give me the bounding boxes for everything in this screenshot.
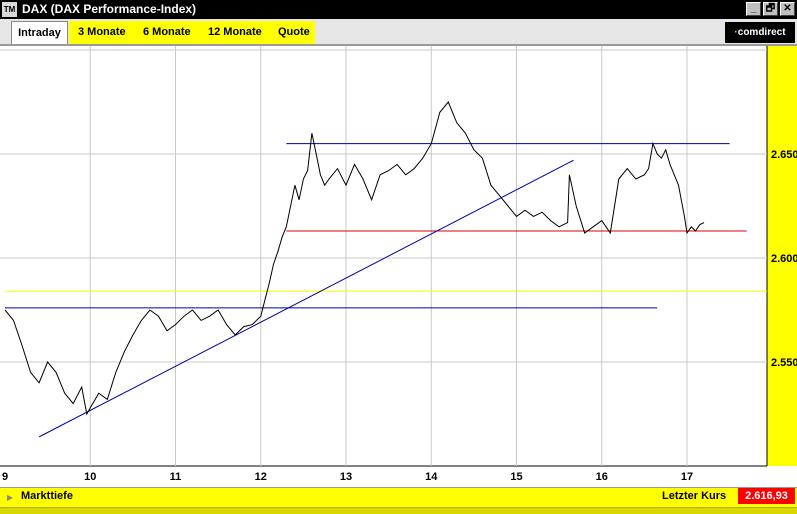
x-tick-label: 10 bbox=[84, 471, 96, 483]
markttiefe-link[interactable]: Markttiefe bbox=[21, 489, 73, 503]
bottom-bar: ▶ Markttiefe Letzter Kurs 2.616,93 bbox=[0, 487, 797, 514]
tab-bar: Intraday 3 Monate 6 Monate 12 Monate Quo… bbox=[0, 19, 797, 46]
x-tick-label: 13 bbox=[340, 471, 352, 483]
tab-12-monate[interactable]: 12 Monate bbox=[208, 21, 262, 44]
tab-quote[interactable]: Quote bbox=[278, 21, 310, 44]
last-price-label: Letzter Kurs bbox=[662, 490, 727, 502]
x-tick-label: 9 bbox=[2, 471, 8, 483]
tab-3-monate[interactable]: 3 Monate bbox=[78, 21, 126, 44]
plot-background bbox=[0, 46, 767, 466]
expand-arrow-icon[interactable]: ▶ bbox=[7, 493, 13, 502]
restore-button[interactable]: 🗗 bbox=[763, 2, 778, 16]
minimize-button[interactable]: _ bbox=[746, 2, 761, 16]
x-ticks: 9 10 11 12 13 14 15 16 17 bbox=[2, 471, 693, 483]
close-button[interactable]: ✕ bbox=[780, 2, 795, 16]
bottom-strip bbox=[0, 507, 797, 514]
x-tick-label: 12 bbox=[255, 471, 267, 483]
x-tick-label: 16 bbox=[596, 471, 608, 483]
x-tick-label: 15 bbox=[510, 471, 522, 483]
x-tick-label: 11 bbox=[170, 471, 182, 483]
app-icon: TM bbox=[2, 2, 17, 17]
last-price-value: 2.616,93 bbox=[738, 488, 795, 504]
y-tick-label: 2.600 bbox=[771, 253, 797, 265]
window-title: DAX (DAX Performance-Index) bbox=[22, 2, 197, 16]
y-tick-label: 2.550 bbox=[771, 357, 797, 369]
comdirect-logo: ·comdirect bbox=[725, 22, 795, 43]
window-controls: _ 🗗 ✕ bbox=[744, 2, 795, 17]
title-bar: TM DAX (DAX Performance-Index) _ 🗗 ✕ bbox=[0, 0, 797, 19]
y-tick-label: 2.650 bbox=[771, 149, 797, 161]
logo-text: comdirect bbox=[737, 27, 786, 38]
period-tabs: 3 Monate 6 Monate 12 Monate Quote bbox=[69, 21, 315, 44]
x-tick-label: 17 bbox=[681, 471, 693, 483]
tab-6-monate[interactable]: 6 Monate bbox=[143, 21, 191, 44]
chart-area: 9 10 11 12 13 14 15 16 17 2.550 2.600 2.650 bbox=[0, 46, 797, 487]
tab-intraday[interactable]: Intraday bbox=[11, 21, 68, 44]
x-tick-label: 14 bbox=[425, 471, 438, 483]
price-chart: 9 10 11 12 13 14 15 16 17 2.550 2.600 2.650 bbox=[0, 46, 797, 483]
